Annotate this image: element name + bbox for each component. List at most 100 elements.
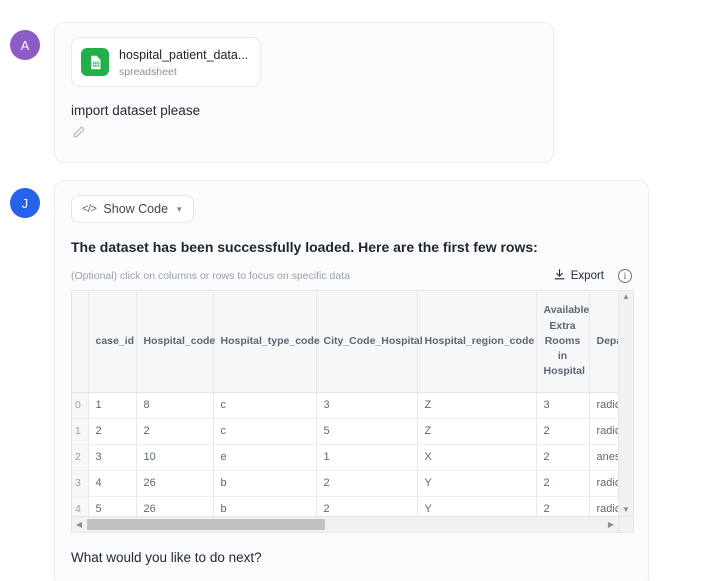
spreadsheet-icon — [81, 48, 109, 77]
cell: Y — [417, 496, 537, 517]
cell: 2 — [536, 418, 590, 445]
assistant-message-row: J </> Show Code ▾ The dataset has been s… — [0, 163, 707, 581]
cell-text: radiothera — [596, 477, 619, 490]
scroll-up-icon[interactable]: ▲ — [622, 293, 630, 301]
row-index[interactable]: 2 — [72, 444, 89, 471]
cell-text: radiothera — [596, 503, 619, 516]
column-header-department[interactable]: Departm — [589, 291, 619, 393]
table-toolbar: (Optional) click on columns or rows to f… — [71, 268, 632, 284]
column-label: City_Code_Hospital — [323, 334, 423, 347]
info-icon[interactable]: i — [618, 269, 632, 284]
cell: anesthesi — [589, 444, 619, 471]
cell: 26 — [136, 470, 214, 497]
column-header-hospital_code[interactable]: Hospital_code — [136, 291, 216, 393]
cell: 5 — [316, 418, 418, 445]
cell: 3 — [536, 392, 590, 419]
column-label: Hospital_code — [143, 334, 216, 347]
cell: Z — [417, 392, 537, 419]
cell: b — [213, 470, 317, 497]
row-index[interactable]: 0 — [72, 392, 89, 419]
scroll-right-icon[interactable]: ▶ — [604, 520, 618, 529]
scroll-left-icon[interactable]: ◀ — [72, 520, 86, 529]
assistant-heading: The dataset has been successfully loaded… — [71, 239, 538, 256]
cell: Z — [417, 418, 537, 445]
cell-text: radiothera — [596, 425, 619, 438]
cell: 2 — [136, 418, 214, 445]
cell: radiothera — [589, 496, 619, 517]
cell: radiothera — [589, 418, 619, 445]
scrollbar-corner — [618, 517, 633, 533]
cell: b — [213, 496, 317, 517]
assistant-footer-question: What would you like to do next? — [71, 550, 262, 566]
file-type-label: spreadsheet — [119, 66, 177, 78]
table-row[interactable]: 0 1 8 c 3 Z 3 radiothera — [72, 392, 619, 419]
column-label: Available Extra Rooms in Hospital — [543, 304, 590, 378]
column-header-hospital_region_code[interactable]: Hospital_region_code — [417, 291, 537, 393]
cell: 4 — [88, 470, 137, 497]
row-index[interactable]: 1 — [72, 418, 89, 445]
cell-text: anesthesi — [596, 451, 619, 464]
table-vertical-scrollbar[interactable]: ▲ ▼ — [618, 291, 633, 517]
assistant-message-bubble: </> Show Code ▾ The dataset has been suc… — [54, 180, 649, 581]
show-code-button[interactable]: </> Show Code ▾ — [71, 195, 194, 224]
cell: c — [213, 418, 317, 445]
code-icon: </> — [82, 203, 97, 216]
cell: radiothera — [589, 392, 619, 419]
cell: 2 — [316, 496, 418, 517]
export-label: Export — [570, 270, 604, 283]
edit-message-row — [71, 124, 537, 144]
column-label: Hospital_type_code — [220, 334, 320, 347]
pencil-icon[interactable] — [71, 124, 87, 140]
cell-text: radiothera — [596, 399, 619, 412]
table-hint-text: (Optional) click on columns or rows to f… — [71, 270, 350, 283]
hscroll-thumb[interactable] — [87, 519, 325, 531]
row-index[interactable]: 3 — [72, 470, 89, 497]
table-horizontal-scrollbar[interactable]: ◀ ▶ — [72, 516, 633, 533]
chevron-down-icon: ▾ — [177, 203, 182, 214]
cell: e — [213, 444, 317, 471]
table-header-row: case_id Hospital_code Hospital_type_code — [72, 291, 619, 393]
data-table: case_id Hospital_code Hospital_type_code — [72, 291, 619, 517]
column-label: Departm — [596, 335, 619, 348]
file-name: hospital_patient_data... — [119, 48, 249, 62]
column-label: Hospital_region_code — [424, 334, 535, 347]
column-header-case_id[interactable]: case_id — [88, 291, 137, 393]
table-viewport: case_id Hospital_code Hospital_type_code — [72, 291, 619, 517]
index-column-header — [72, 291, 89, 393]
attached-file-card[interactable]: hospital_patient_data... spreadsheet — [71, 37, 262, 88]
table-row[interactable]: 3 4 26 b 2 Y 2 radiothera — [72, 470, 619, 497]
cell: 5 — [88, 496, 137, 517]
show-code-label: Show Code — [103, 202, 169, 217]
export-button[interactable]: Export — [553, 268, 604, 284]
user-message-row: A hospital_patient_data... spreadsheet i… — [0, 0, 707, 164]
cell: 10 — [136, 444, 214, 471]
cell: radiothera — [589, 470, 619, 497]
cell: 2 — [316, 470, 418, 497]
cell: 26 — [136, 496, 214, 517]
table-scroll-area: case_id Hospital_code Hospital_type_code — [72, 291, 633, 517]
column-header-hospital_type_code[interactable]: Hospital_type_code — [213, 291, 320, 393]
table-row[interactable]: 1 2 2 c 5 Z 2 radiothera — [72, 418, 619, 445]
cell: 3 — [88, 444, 137, 471]
cell: Y — [417, 470, 537, 497]
data-table-container: case_id Hospital_code Hospital_type_code — [71, 290, 634, 534]
table-actions: Export i — [553, 268, 632, 284]
cell: 2 — [536, 496, 590, 517]
cell: 8 — [136, 392, 214, 419]
column-header-available-extra-rooms[interactable]: Available Extra Rooms in Hospital — [536, 291, 590, 393]
cell: c — [213, 392, 317, 419]
column-header-city_code_hospital[interactable]: City_Code_Hospital — [316, 291, 423, 393]
user-avatar: A — [10, 30, 40, 60]
table-row[interactable]: 2 3 10 e 1 X 2 anesthesi — [72, 444, 619, 471]
column-label: case_id — [95, 334, 135, 347]
cell: 2 — [536, 444, 590, 471]
download-icon — [553, 268, 566, 284]
cell: X — [417, 444, 537, 471]
cell: 2 — [536, 470, 590, 497]
table-row[interactable]: 4 5 26 b 2 Y 2 radiothera — [72, 496, 619, 517]
row-index[interactable]: 4 — [72, 496, 89, 517]
scroll-down-icon[interactable]: ▼ — [622, 506, 630, 514]
table-body: 0 1 8 c 3 Z 3 radiothera — [72, 392, 619, 517]
assistant-avatar: J — [10, 188, 40, 219]
user-message-bubble: hospital_patient_data... spreadsheet imp… — [54, 22, 554, 164]
